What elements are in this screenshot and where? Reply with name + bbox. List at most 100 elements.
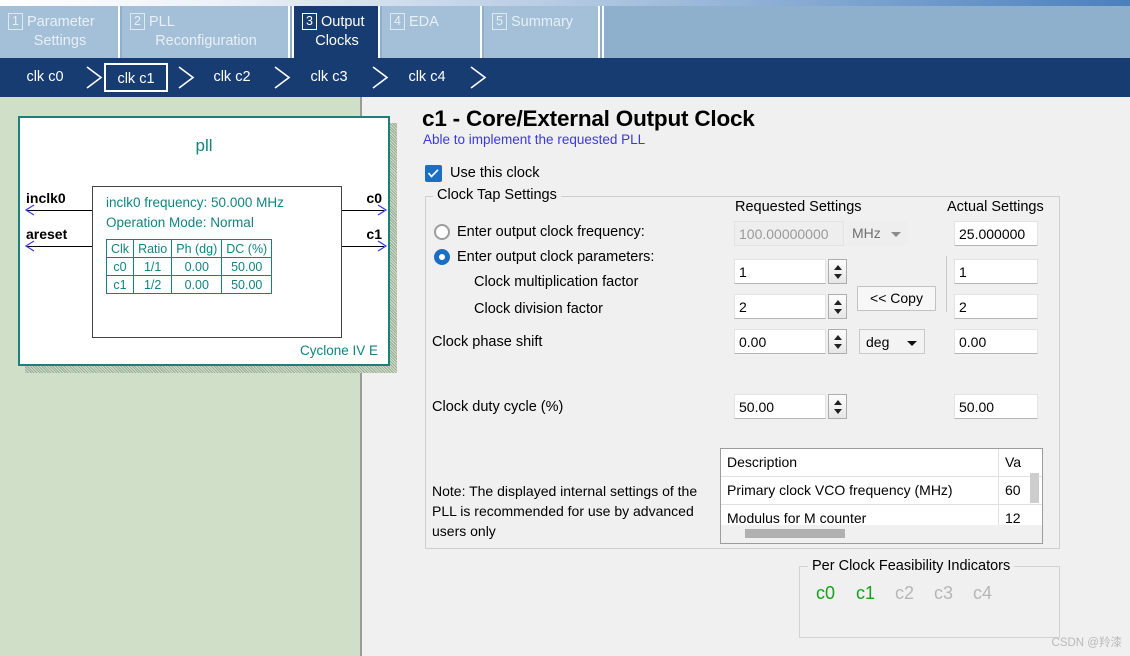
table-cell-value: 60 [1005, 482, 1021, 498]
phase-shift-stepper[interactable] [828, 329, 847, 354]
radio-enter-output-clock-parameters[interactable] [434, 249, 450, 265]
subnav-label: clk c2 [213, 69, 251, 85]
page-status-message: Able to implement the requested PLL [423, 132, 646, 147]
subnav-item-clk-c4[interactable]: clk c4 [393, 63, 461, 92]
cell-ratio: 1/1 [133, 257, 173, 276]
actual-multiplication-factor: 1 [954, 259, 1038, 284]
subnav-label: clk c3 [310, 69, 348, 85]
label-clock-phase-shift: Clock phase shift [432, 334, 543, 350]
phase-shift-input[interactable]: 0.00 [734, 329, 826, 354]
chevron-separator-icon [174, 64, 200, 91]
chevron-down-icon [891, 232, 901, 237]
tab-eda[interactable]: 4 EDA [382, 6, 482, 58]
use-this-clock-label: Use this clock [450, 165, 540, 181]
subnav-item-clk-c1[interactable]: clk c1 [104, 63, 168, 92]
th-phase: Ph (dg) [171, 239, 223, 258]
feasibility-indicator-c4[interactable]: c4 [973, 583, 992, 604]
operation-mode-text: Operation Mode: Normal [106, 215, 254, 230]
th-ratio: Ratio [133, 239, 173, 258]
duty-cycle-input[interactable]: 50.00 [734, 394, 826, 419]
tab-label-line2: Reconfiguration [155, 33, 257, 49]
tab-number: 4 [390, 13, 405, 30]
phase-unit-select[interactable]: deg [859, 329, 925, 354]
duty-cycle-stepper[interactable] [828, 394, 847, 419]
actual-settings-header: Actual Settings [947, 199, 1044, 215]
table-cell-description: Primary clock VCO frequency (MHz) [727, 482, 953, 498]
tab-pll-reconfiguration[interactable]: 2 PLL Reconfiguration [122, 6, 290, 58]
subnav-item-clk-c2[interactable]: clk c2 [198, 63, 266, 92]
cell-duty: 50.00 [221, 257, 273, 276]
feasibility-indicator-c0[interactable]: c0 [816, 583, 835, 604]
tab-label-line2: Settings [33, 33, 87, 49]
check-icon [428, 169, 439, 178]
stepper-up-icon[interactable] [834, 265, 842, 270]
stepper-down-icon[interactable] [834, 344, 842, 349]
table-horizontal-scrollbar[interactable] [745, 529, 845, 538]
page-title: c1 - Core/External Output Clock [422, 106, 755, 131]
cell-phase: 0.00 [171, 275, 223, 294]
cell-ratio: 1/2 [133, 275, 173, 294]
multiplication-factor-input[interactable]: 1 [734, 259, 826, 284]
device-family-label: Cyclone IV E [299, 343, 378, 358]
multiplication-factor-stepper[interactable] [828, 259, 847, 284]
stepper-up-icon[interactable] [834, 300, 842, 305]
tab-label-line2: Clocks [315, 33, 359, 49]
feasibility-indicator-c2[interactable]: c2 [895, 583, 914, 604]
stepper-up-icon[interactable] [834, 400, 842, 405]
requested-settings-header: Requested Settings [735, 199, 862, 215]
use-this-clock-checkbox[interactable] [425, 165, 442, 182]
tab-summary[interactable]: 5 Summary [484, 6, 600, 58]
tab-number: 3 [302, 13, 317, 30]
stepper-down-icon[interactable] [834, 274, 842, 279]
watermark-text: CSDN @羚漆 [1051, 637, 1122, 649]
feasibility-indicators-group [799, 566, 1060, 638]
output-frequency-input[interactable]: 100.00000000 [734, 221, 844, 246]
subnav-label: clk c4 [408, 69, 446, 85]
tab-bar-filler [602, 6, 1130, 58]
tab-label-line1: PLL [149, 14, 175, 30]
pll-info-box: inclk0 frequency: 50.000 MHz Operation M… [92, 186, 342, 338]
stepper-down-icon[interactable] [834, 409, 842, 414]
subnav-item-clk-c3[interactable]: clk c3 [295, 63, 363, 92]
internal-settings-table[interactable]: Description Va Primary clock VCO frequen… [720, 448, 1043, 544]
table-header-row: Clk Ratio Ph (dg) DC (%) [105, 239, 273, 258]
clock-tap-settings-title: Clock Tap Settings [433, 187, 561, 203]
chevron-separator-icon [466, 64, 492, 91]
frequency-unit-select[interactable]: MHz [846, 221, 908, 246]
wizard-tab-bar: 1 Parameter Settings 2 PLL Reconfiguration… [0, 6, 1130, 58]
radio-enter-output-clock-frequency[interactable] [434, 224, 450, 240]
cell-clk: c1 [105, 275, 135, 294]
subnav-item-clk-c0[interactable]: clk c0 [8, 63, 82, 92]
feasibility-indicator-c1[interactable]: c1 [856, 583, 875, 604]
label-clock-multiplication-factor: Clock multiplication factor [474, 274, 639, 290]
feasibility-indicators-title: Per Clock Feasibility Indicators [808, 558, 1015, 574]
tab-label-line1: Output [321, 14, 365, 30]
tab-output-clocks[interactable]: 3 Output Clocks [292, 6, 380, 58]
label-clock-division-factor: Clock division factor [474, 301, 603, 317]
actual-duty-cycle: 50.00 [954, 394, 1038, 419]
cell-phase: 0.00 [171, 257, 223, 276]
stepper-up-icon[interactable] [834, 335, 842, 340]
actual-column-separator [946, 256, 947, 312]
tab-parameter-settings[interactable]: 1 Parameter Settings [0, 6, 120, 58]
pll-symbol-title: pll [195, 136, 213, 155]
chevron-separator-icon [270, 64, 296, 91]
tab-number: 1 [8, 13, 23, 30]
division-factor-input[interactable]: 2 [734, 294, 826, 319]
stepper-down-icon[interactable] [834, 309, 842, 314]
tab-number: 5 [492, 13, 507, 30]
frequency-unit-value: MHz [852, 225, 881, 241]
table-vertical-scrollbar[interactable] [1030, 473, 1039, 503]
chevron-separator-icon [368, 64, 394, 91]
table-header-value: Va [1005, 454, 1022, 470]
clock-ratio-table: Clk Ratio Ph (dg) DC (%) c0 1/1 0.00 50.… [105, 239, 273, 294]
feasibility-indicator-c3[interactable]: c3 [934, 583, 953, 604]
copy-button[interactable]: << Copy [857, 286, 936, 311]
division-factor-stepper[interactable] [828, 294, 847, 319]
subnav-label: clk c0 [26, 69, 64, 85]
pll-block-symbol: pll inclk0 areset c0 c1 inclk0 frequency… [18, 116, 390, 366]
phase-unit-value: deg [866, 334, 890, 350]
tab-label-line1: Parameter [27, 14, 95, 30]
arrow-areset-icon [24, 240, 36, 258]
tab-label-line1: EDA [409, 14, 439, 30]
